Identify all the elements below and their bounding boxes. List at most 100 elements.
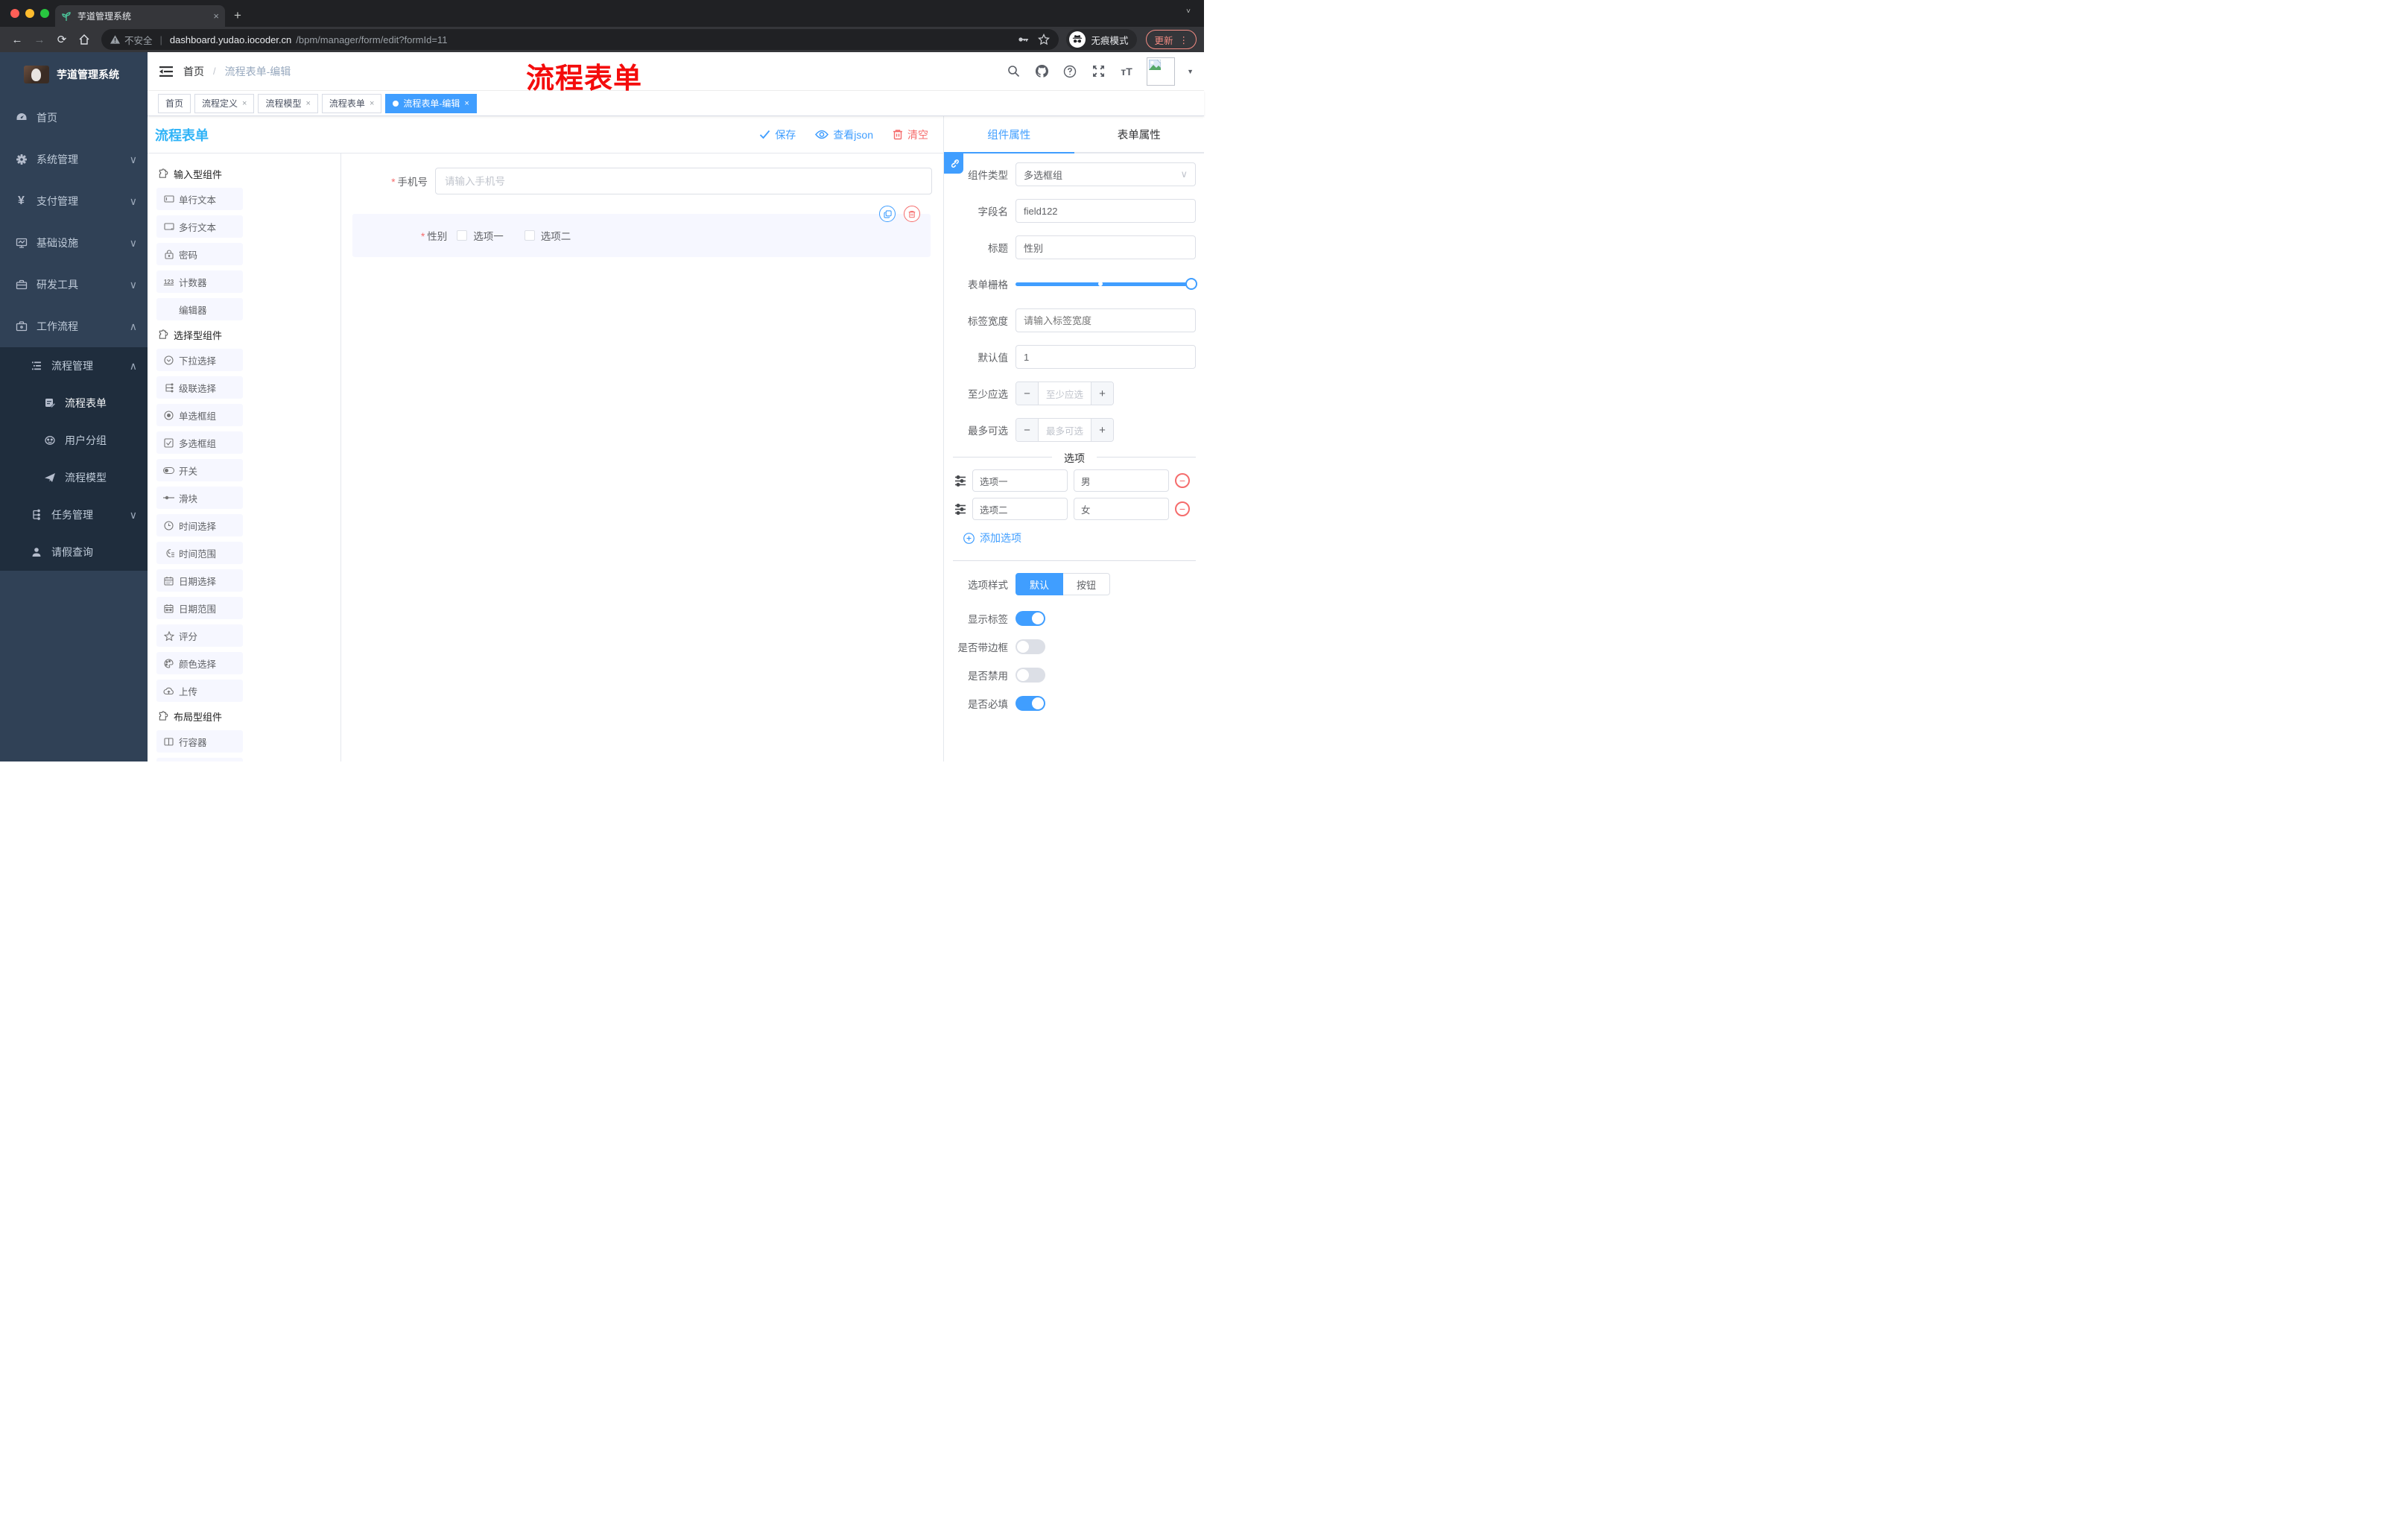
palette-item-editor[interactable]: 编辑器 (156, 298, 243, 320)
drag-handle-icon[interactable] (954, 503, 966, 515)
github-icon[interactable] (1033, 63, 1050, 80)
option-value-input[interactable] (1074, 498, 1169, 520)
palette-item-single-line-text[interactable]: 单行文本 (156, 188, 243, 210)
browser-update-button[interactable]: 更新 ⋮ (1146, 30, 1197, 49)
palette-item-slider[interactable]: 滑块 (156, 487, 243, 509)
tag-close-icon[interactable]: × (464, 99, 469, 108)
tag-process-model[interactable]: 流程模型 × (258, 93, 318, 113)
tag-close-icon[interactable]: × (242, 99, 247, 108)
breadcrumb-home[interactable]: 首页 (183, 64, 204, 79)
sidebar-item-home[interactable]: 首页 (0, 97, 148, 139)
save-button[interactable]: 保存 (759, 127, 796, 142)
default-value-input[interactable] (1016, 345, 1196, 369)
style-button-button[interactable]: 按钮 (1063, 573, 1111, 595)
decrease-button[interactable]: − (1016, 382, 1039, 405)
palette-item-color-picker[interactable]: 颜色选择 (156, 652, 243, 674)
palette-item-button[interactable]: 按钮 (156, 758, 243, 762)
min-select-value[interactable]: 至少应选 (1039, 382, 1091, 405)
option-label-input[interactable] (972, 469, 1068, 492)
canvas-field-gender-selected[interactable]: 性别 选项一 选项二 (352, 206, 931, 257)
new-tab-button[interactable]: + (234, 8, 241, 23)
back-button[interactable]: ← (7, 30, 27, 49)
collapse-sidebar-icon[interactable] (158, 63, 174, 80)
tab-close-icon[interactable]: × (213, 10, 219, 22)
gender-option-1[interactable]: 选项一 (457, 228, 504, 243)
sidebar-item-system[interactable]: 系统管理 ∨ (0, 139, 148, 180)
home-button[interactable] (75, 30, 94, 49)
zoom-window-button[interactable] (40, 9, 49, 18)
grid-slider[interactable] (1016, 272, 1197, 296)
palette-item-multi-line-text[interactable]: 多行文本 (156, 215, 243, 238)
slider-track[interactable] (1016, 282, 1196, 286)
field-name-input[interactable] (1016, 199, 1196, 223)
palette-item-switch[interactable]: 开关 (156, 459, 243, 481)
search-icon[interactable] (1005, 63, 1021, 80)
palette-item-radio-group[interactable]: 单选框组 (156, 404, 243, 426)
palette-item-upload[interactable]: 上传 (156, 680, 243, 702)
decrease-button[interactable]: − (1016, 419, 1039, 441)
drag-handle-icon[interactable] (954, 475, 966, 487)
sidebar-item-leave-query[interactable]: 请假查询 (0, 533, 148, 571)
tag-process-form[interactable]: 流程表单 × (321, 93, 382, 113)
palette-item-row-container[interactable]: 行容器 (156, 730, 243, 753)
checkbox-unchecked-icon[interactable] (457, 230, 468, 241)
address-bar[interactable]: 不安全 | dashboard.yudao.iocoder.cn/bpm/man… (101, 29, 1059, 50)
max-select-value[interactable]: 最多可选 (1039, 419, 1091, 441)
slider-handle[interactable] (1185, 278, 1197, 290)
browser-tab[interactable]: 芋道管理系统 × (55, 5, 225, 27)
minimize-window-button[interactable] (25, 9, 34, 18)
avatar[interactable] (1147, 57, 1176, 86)
copy-component-button[interactable] (879, 206, 896, 222)
tag-process-form-edit[interactable]: 流程表单-编辑 × (385, 93, 477, 113)
close-window-button[interactable] (10, 9, 19, 18)
palette-item-date-range[interactable]: 日期范围 (156, 597, 243, 619)
avatar-caret-icon[interactable]: ▼ (1187, 68, 1194, 75)
delete-component-button[interactable] (904, 206, 920, 222)
show-label-switch[interactable] (1016, 611, 1045, 626)
help-icon[interactable] (1062, 63, 1078, 80)
checkbox-unchecked-icon[interactable] (524, 230, 535, 241)
tab-component-props[interactable]: 组件属性 (944, 116, 1074, 153)
increase-button[interactable]: + (1091, 382, 1113, 405)
max-select-stepper[interactable]: − 最多可选 + (1016, 418, 1114, 442)
title-input[interactable] (1016, 235, 1196, 259)
component-type-select[interactable]: 多选框组 ∨ (1016, 162, 1196, 186)
remove-option-button[interactable]: − (1175, 501, 1190, 516)
palette-item-password[interactable]: 密码 (156, 243, 243, 265)
tag-home[interactable]: 首页 (158, 93, 191, 113)
option-label-input[interactable] (972, 498, 1068, 520)
add-option-button[interactable]: 添加选项 (963, 531, 1196, 545)
password-key-icon[interactable] (1017, 34, 1029, 45)
tab-search-caret-icon[interactable]: ˅ (1186, 7, 1191, 16)
tab-form-props[interactable]: 表单属性 (1074, 116, 1205, 152)
sidebar-item-user-group[interactable]: 用户分组 (0, 422, 148, 459)
palette-item-cascader[interactable]: 级联选择 (156, 376, 243, 399)
clear-button[interactable]: 清空 (893, 127, 928, 142)
sidebar-item-process-form[interactable]: 流程表单 (0, 384, 148, 422)
palette-item-select[interactable]: 下拉选择 (156, 349, 243, 371)
remove-option-button[interactable]: − (1175, 473, 1190, 488)
min-select-stepper[interactable]: − 至少应选 + (1016, 381, 1114, 405)
style-default-button[interactable]: 默认 (1016, 573, 1064, 595)
palette-item-time-range[interactable]: 时间范围 (156, 542, 243, 564)
palette-item-checkbox-group[interactable]: 多选框组 (156, 431, 243, 454)
browser-menu-dots-icon[interactable]: ⋮ (1179, 34, 1189, 45)
sidebar-item-process-management[interactable]: 流程管理 ∧ (0, 347, 148, 384)
palette-item-rate[interactable]: 评分 (156, 624, 243, 647)
sidebar-item-payment[interactable]: ¥ 支付管理 ∨ (0, 180, 148, 222)
not-secure-label[interactable]: 不安全 (124, 33, 153, 47)
reload-button[interactable]: ⟳ (52, 30, 72, 49)
view-json-button[interactable]: 查看json (815, 127, 873, 142)
increase-button[interactable]: + (1091, 419, 1113, 441)
canvas-field-phone[interactable]: 手机号 (350, 168, 934, 194)
label-width-input[interactable] (1016, 308, 1196, 332)
phone-input[interactable] (435, 168, 932, 194)
chain-link-button[interactable] (944, 153, 963, 174)
window-controls[interactable] (10, 9, 49, 18)
tag-close-icon[interactable]: × (305, 99, 310, 108)
sidebar-item-workflow[interactable]: 工作流程 ∧ (0, 305, 148, 347)
sidebar-item-devtools[interactable]: 研发工具 ∨ (0, 264, 148, 305)
disabled-switch[interactable] (1016, 668, 1045, 683)
sidebar-item-process-model[interactable]: 流程模型 (0, 459, 148, 496)
required-switch[interactable] (1016, 696, 1045, 711)
